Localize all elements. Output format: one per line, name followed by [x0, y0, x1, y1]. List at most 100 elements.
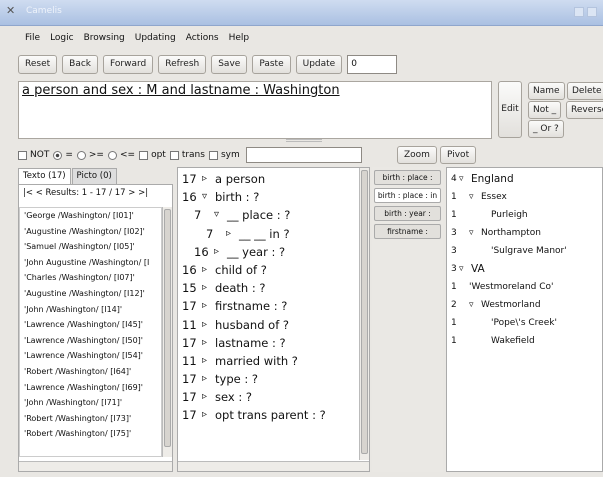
back-button[interactable]: Back — [62, 54, 99, 74]
result-item[interactable]: 'Robert /Washington/ [I75]' — [20, 426, 161, 442]
results-list[interactable]: 'George /Washington/ [I01]' 'Augustine /W… — [19, 207, 162, 457]
facet-button[interactable]: birth : place : — [374, 170, 441, 185]
reverse-button[interactable]: Reverse — [566, 101, 603, 119]
menu-file[interactable]: File — [20, 30, 45, 46]
value-row[interactable]: 3 ▿ Northampton — [447, 224, 602, 242]
le-radio-dot[interactable] — [107, 150, 117, 160]
tree-row[interactable]: 15 ▹ death : ? — [178, 279, 359, 297]
results-vscroll[interactable] — [162, 207, 172, 457]
tree-row[interactable]: 7 ▿ __ place : ? — [178, 206, 359, 224]
collapsed-arrow-icon[interactable]: ▹ — [202, 316, 207, 334]
result-item[interactable]: 'Lawrence /Washington/ [I69]' — [20, 380, 161, 396]
collapsed-arrow-icon[interactable]: ▹ — [214, 243, 219, 261]
paste-button[interactable]: Paste — [252, 54, 291, 74]
expanded-arrow-icon[interactable]: ▿ — [469, 188, 474, 206]
sym-checkbox[interactable]: sym — [208, 150, 240, 160]
value-row[interactable]: 1 ▿ Essex — [447, 188, 602, 206]
value-row[interactable]: 1 Wakefield — [447, 332, 602, 350]
tree-row[interactable]: 17 ▹ firstname : ? — [178, 297, 359, 315]
result-item[interactable]: 'George /Washington/ [I01]' — [20, 208, 161, 224]
tree-row[interactable]: 11 ▹ husband of ? — [178, 316, 359, 334]
tab-texto[interactable]: Texto (17) — [18, 168, 71, 184]
zoom-button[interactable]: Zoom — [397, 146, 437, 164]
filter-input[interactable] — [245, 147, 362, 163]
save-button[interactable]: Save — [211, 54, 248, 74]
result-item[interactable]: 'Robert /Washington/ [I73]' — [20, 411, 161, 427]
result-item[interactable]: 'Lawrence /Washington/ [I54]' — [20, 348, 161, 364]
menu-help[interactable]: Help — [224, 30, 255, 46]
tree-row[interactable]: 17 ▹ a person — [178, 170, 359, 188]
pivot-button[interactable]: Pivot — [440, 146, 477, 164]
le-radio[interactable]: <= — [107, 150, 135, 160]
edit-button[interactable]: Edit — [498, 81, 522, 138]
results-navigation[interactable]: |< < Results: 1 - 17 / 17 > >| — [23, 188, 148, 198]
result-item[interactable]: 'Charles /Washington/ [I07]' — [20, 270, 161, 286]
tree-row[interactable]: 17 ▹ opt trans parent : ? — [178, 406, 359, 424]
result-item[interactable]: 'John /Washington/ [I14]' — [20, 302, 161, 318]
expanded-arrow-icon[interactable]: ▿ — [214, 206, 219, 224]
facet-button[interactable]: firstname : — [374, 224, 441, 239]
tree-list[interactable]: 17 ▹ a person 16 ▿ birth : ? 7 ▿ __ place : ? 7 ▹ _… — [178, 170, 359, 460]
menu-actions[interactable]: Actions — [181, 30, 224, 46]
minimize-button[interactable] — [574, 7, 584, 17]
menu-updating[interactable]: Updating — [130, 30, 181, 46]
sym-checkbox-box[interactable] — [208, 150, 218, 160]
menu-logic[interactable]: Logic — [45, 30, 79, 46]
tab-picto[interactable]: Picto (0) — [71, 168, 117, 184]
collapsed-arrow-icon[interactable]: ▹ — [202, 170, 207, 188]
not-checkbox-box[interactable] — [18, 150, 27, 160]
collapsed-arrow-icon[interactable]: ▹ — [202, 388, 207, 406]
facet-button[interactable]: birth : place : in — [374, 188, 441, 203]
query-text[interactable]: a person and sex : M and lastname : Wash… — [22, 83, 340, 98]
ge-radio[interactable]: >= — [76, 150, 104, 160]
opt-checkbox-box[interactable] — [139, 150, 149, 160]
trans-checkbox-box[interactable] — [169, 150, 179, 160]
tree-hscroll[interactable] — [178, 461, 369, 471]
results-hscroll[interactable] — [19, 461, 172, 471]
delete-button[interactable]: Delete — [567, 82, 603, 100]
eq-radio-dot[interactable] — [53, 150, 63, 160]
or-button[interactable]: _ Or ? — [528, 120, 564, 138]
refresh-button[interactable]: Refresh — [158, 54, 207, 74]
result-item[interactable]: 'Samuel /Washington/ [I05]' — [20, 239, 161, 255]
name-button[interactable]: Name — [528, 82, 565, 100]
ge-radio-dot[interactable] — [76, 150, 86, 160]
maximize-button[interactable] — [587, 7, 597, 17]
resize-grip[interactable] — [286, 139, 322, 142]
result-item[interactable]: 'Lawrence /Washington/ [I45]' — [20, 317, 161, 333]
expanded-arrow-icon[interactable]: ▿ — [469, 296, 474, 314]
collapsed-arrow-icon[interactable]: ▹ — [202, 370, 207, 388]
value-row[interactable]: 2 ▿ Westmorland — [447, 296, 602, 314]
result-item[interactable]: 'John Augustine /Washington/ [I — [20, 255, 161, 271]
eq-radio[interactable]: = — [53, 150, 73, 160]
value-row[interactable]: 1 'Westmoreland Co' — [447, 278, 602, 296]
collapsed-arrow-icon[interactable]: ▹ — [226, 225, 231, 243]
collapsed-arrow-icon[interactable]: ▹ — [202, 406, 207, 424]
result-item[interactable]: 'Lawrence /Washington/ [I50]' — [20, 333, 161, 349]
facet-button[interactable]: birth : year : — [374, 206, 441, 221]
not-button[interactable]: Not _ — [528, 101, 562, 119]
not-checkbox[interactable]: NOT — [18, 150, 49, 160]
reset-button[interactable]: Reset — [18, 54, 58, 74]
trans-checkbox[interactable]: trans — [169, 150, 205, 160]
menu-browsing[interactable]: Browsing — [79, 30, 130, 46]
forward-button[interactable]: Forward — [103, 54, 154, 74]
tree-vscroll[interactable] — [359, 168, 369, 460]
expanded-arrow-icon[interactable]: ▿ — [459, 260, 464, 278]
update-count-input[interactable]: 0 — [347, 54, 398, 74]
expanded-arrow-icon[interactable]: ▿ — [469, 224, 474, 242]
tree-row[interactable]: 11 ▹ married with ? — [178, 352, 359, 370]
expanded-arrow-icon[interactable]: ▿ — [459, 170, 464, 188]
query-editor[interactable]: a person and sex : M and lastname : Wash… — [18, 81, 492, 139]
value-row[interactable]: 4 ▿ England — [447, 170, 602, 188]
results-vscroll-thumb[interactable] — [164, 209, 171, 447]
expanded-arrow-icon[interactable]: ▿ — [202, 188, 207, 206]
tree-row[interactable]: 17 ▹ type : ? — [178, 370, 359, 388]
tree-row[interactable]: 7 ▹ __ __ in ? — [178, 225, 359, 243]
tree-row[interactable]: 16 ▿ birth : ? — [178, 188, 359, 206]
result-item[interactable]: 'Augustine /Washington/ [I12]' — [20, 286, 161, 302]
collapsed-arrow-icon[interactable]: ▹ — [202, 334, 207, 352]
value-row[interactable]: 3 'Sulgrave Manor' — [447, 242, 602, 260]
opt-checkbox[interactable]: opt — [139, 150, 166, 160]
result-item[interactable]: 'Robert /Washington/ [I64]' — [20, 364, 161, 380]
